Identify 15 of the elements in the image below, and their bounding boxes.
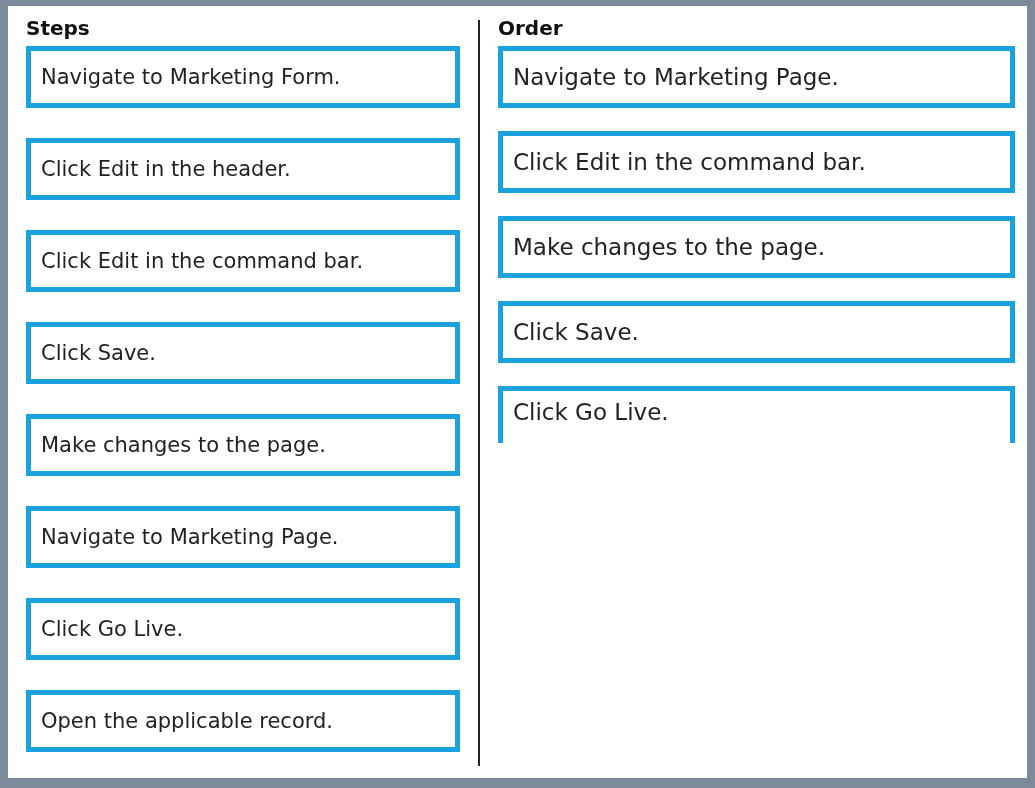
step-tile[interactable]: Click Go Live. (26, 598, 460, 660)
order-heading: Order (498, 16, 564, 42)
step-tile[interactable]: Make changes to the page. (26, 414, 460, 476)
order-tile[interactable]: Click Edit in the command bar. (498, 131, 1015, 193)
order-tile[interactable]: Navigate to Marketing Page. (498, 46, 1015, 108)
step-tile[interactable]: Navigate to Marketing Page. (26, 506, 460, 568)
steps-heading: Steps (26, 16, 91, 42)
step-tile[interactable]: Click Edit in the header. (26, 138, 460, 200)
order-tile[interactable]: Make changes to the page. (498, 216, 1015, 278)
step-tile[interactable]: Click Save. (26, 322, 460, 384)
step-tile[interactable]: Click Edit in the command bar. (26, 230, 460, 292)
step-tile[interactable]: Navigate to Marketing Form. (26, 46, 460, 108)
step-tile[interactable]: Open the applicable record. (26, 690, 460, 752)
order-tile[interactable]: Click Save. (498, 301, 1015, 363)
order-tile[interactable]: Click Go Live. (498, 386, 1015, 443)
